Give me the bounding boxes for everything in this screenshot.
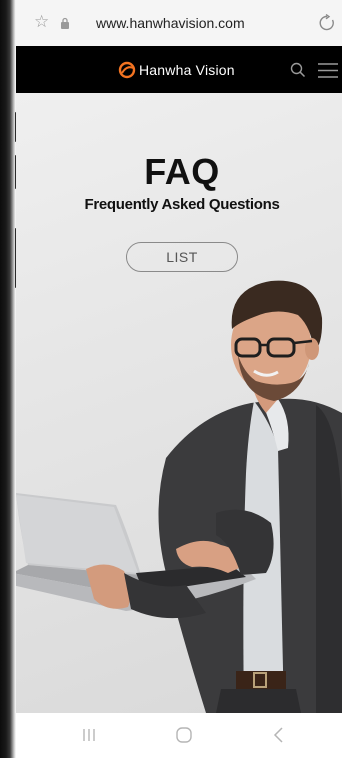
list-button[interactable]: LIST <box>126 242 238 272</box>
recents-icon[interactable] <box>81 727 97 743</box>
faq-hero: FAQ Frequently Asked Questions LIST <box>16 93 342 713</box>
phone-frame-edge <box>0 0 16 758</box>
hanwha-logo-icon <box>118 61 136 79</box>
home-icon[interactable] <box>175 726 193 744</box>
browser-address-bar: ☆ www.hanwhavision.com <box>16 0 342 47</box>
menu-icon[interactable] <box>318 63 338 78</box>
man-with-laptop-photo <box>16 280 342 713</box>
page-subtitle: Frequently Asked Questions <box>84 196 280 213</box>
system-navigation-bar <box>16 713 342 758</box>
site-header: Hanwha Vision <box>16 46 342 93</box>
lock-icon <box>61 17 69 29</box>
back-icon[interactable] <box>272 726 286 744</box>
phone-screen: ☆ www.hanwhavision.com Hanwha Vision FAQ… <box>16 0 342 758</box>
star-icon[interactable]: ☆ <box>34 13 49 30</box>
reload-icon[interactable] <box>318 14 336 32</box>
brand-name: Hanwha Vision <box>139 62 235 78</box>
search-icon[interactable] <box>290 62 306 78</box>
page-title: FAQ <box>144 151 220 192</box>
url-text[interactable]: www.hanwhavision.com <box>96 15 245 31</box>
site-logo[interactable]: Hanwha Vision <box>118 60 235 80</box>
